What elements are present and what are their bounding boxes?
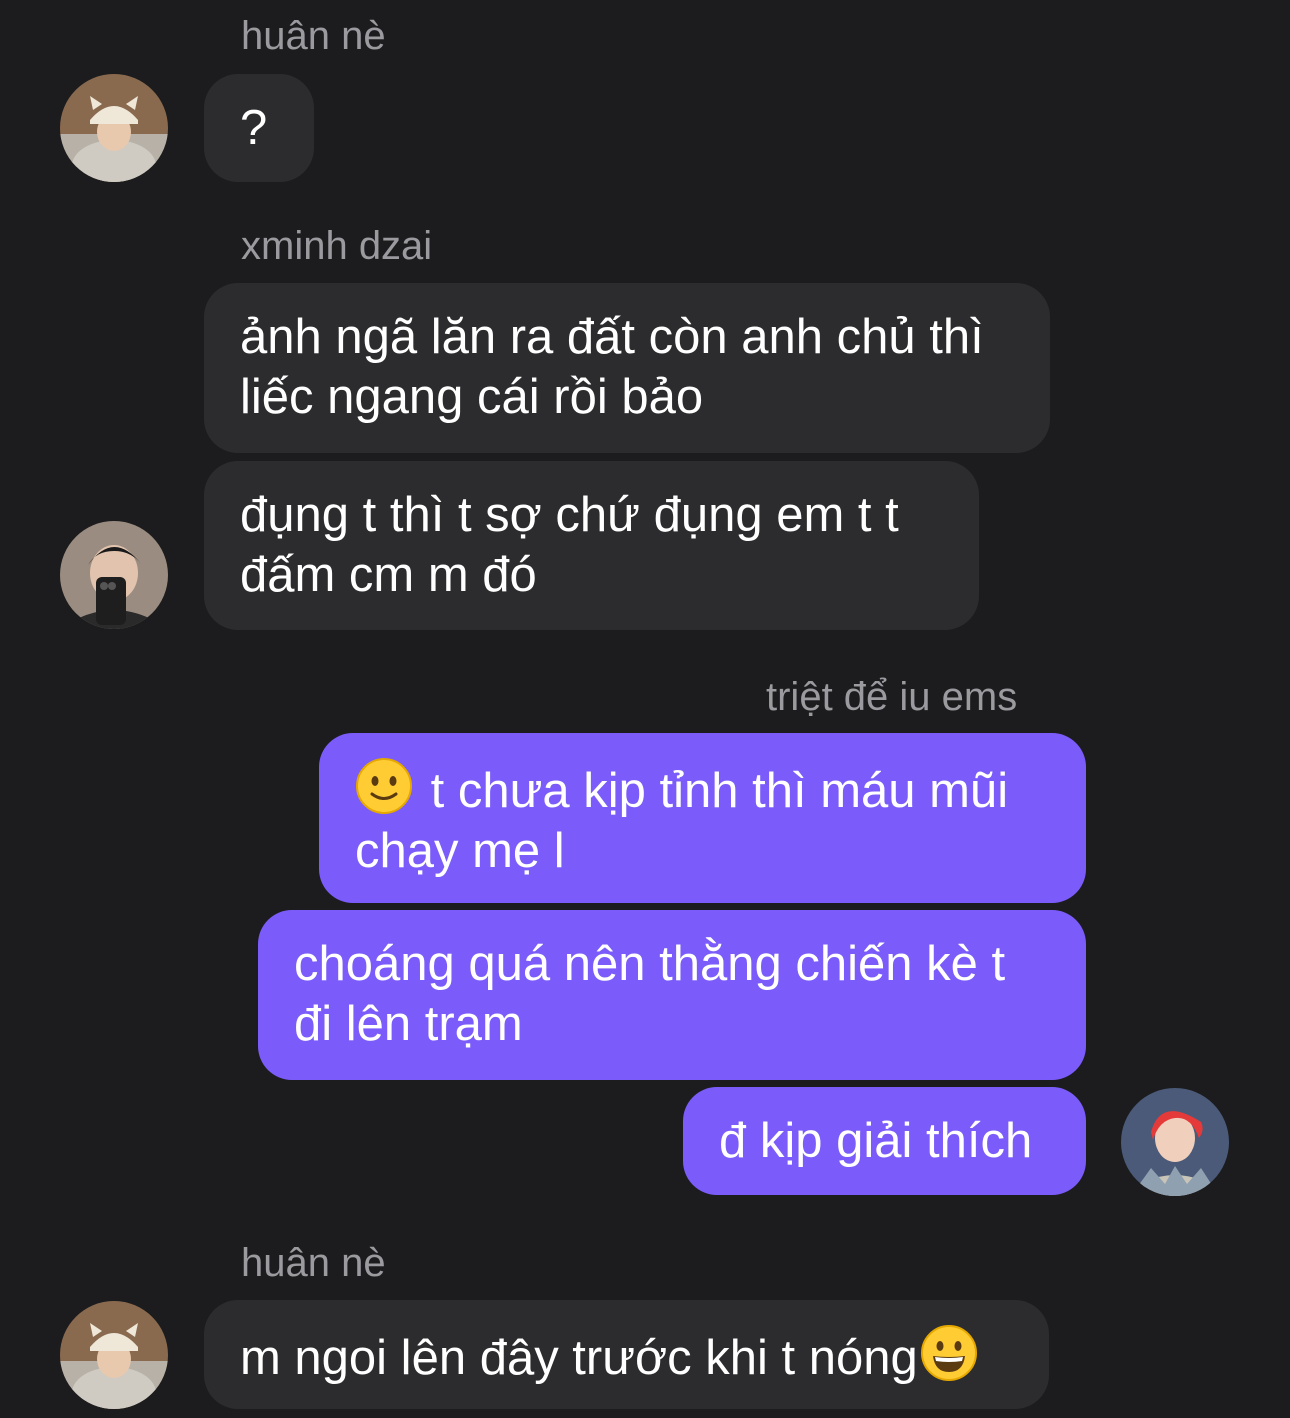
message-bubble[interactable]: ảnh ngã lăn ra đất còn anh chủ thì liếc … [204, 283, 1050, 453]
message-text: đụng t thì t sợ chứ đụng em t t đấm cm m… [240, 488, 899, 602]
message-text: ? [240, 101, 268, 155]
sender-name: huân nè [241, 14, 386, 58]
message-text: m ngoi lên đây trước khi t nóng [240, 1331, 918, 1385]
sender-name: xminh dzai [241, 224, 433, 268]
message-text: choáng quá nên thằng chiến kè t đi lên t… [294, 937, 1006, 1051]
huan-ne-avatar[interactable] [60, 74, 168, 182]
slightly-smiling-face-emoji [355, 757, 413, 815]
huan-ne-avatar[interactable] [60, 1301, 168, 1409]
message-bubble[interactable]: t chưa kịp tỉnh thì máu mũi chạy mẹ l [319, 733, 1086, 903]
message-text: t chưa kịp tỉnh thì máu mũi chạy mẹ l [355, 764, 1009, 878]
message-bubble[interactable]: ? [204, 74, 314, 182]
xminh-dzai-avatar[interactable] [60, 521, 168, 629]
sender-name: huân nè [241, 1241, 386, 1285]
message-bubble[interactable]: choáng quá nên thằng chiến kè t đi lên t… [258, 910, 1086, 1080]
message-bubble[interactable]: đụng t thì t sợ chứ đụng em t t đấm cm m… [204, 461, 979, 630]
message-bubble[interactable]: m ngoi lên đây trước khi t nóng [204, 1300, 1049, 1409]
sender-name: triệt để iu ems [766, 675, 1018, 719]
message-text: đ kịp giải thích [719, 1114, 1033, 1168]
triet-de-iu-ems-avatar[interactable] [1121, 1088, 1229, 1196]
grinning-face-emoji [920, 1324, 978, 1382]
message-bubble[interactable]: đ kịp giải thích [683, 1087, 1086, 1195]
message-text: ảnh ngã lăn ra đất còn anh chủ thì liếc … [240, 310, 984, 424]
